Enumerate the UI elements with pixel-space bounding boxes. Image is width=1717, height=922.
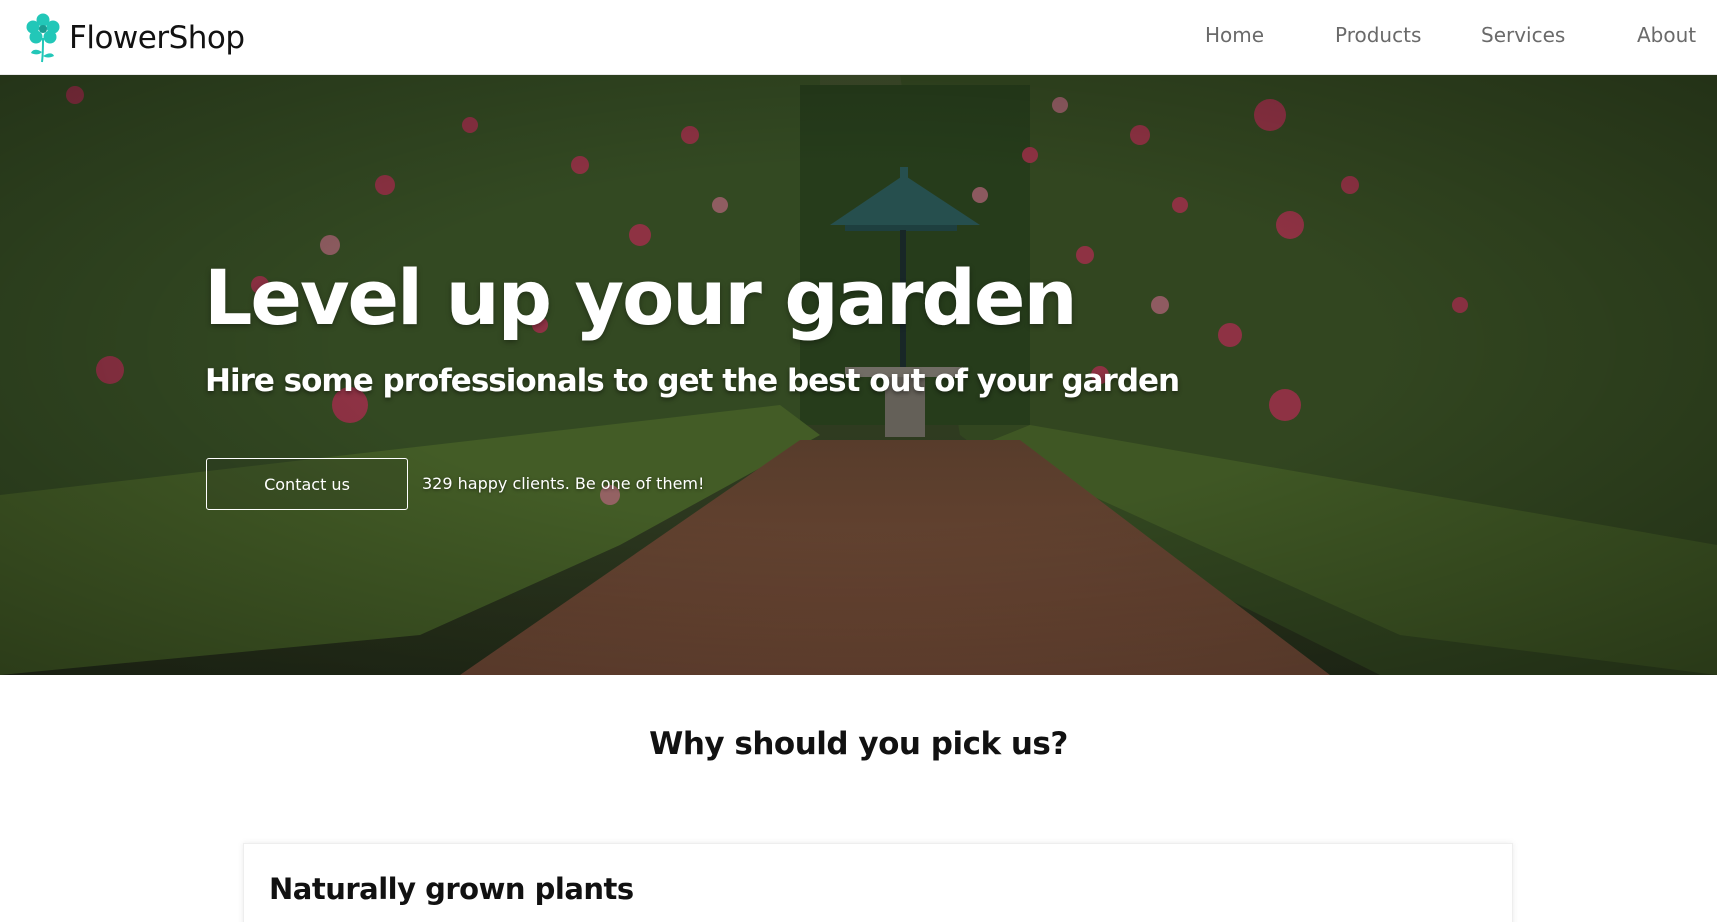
site-header: FlowerShop Home Products Services About	[0, 0, 1717, 75]
feature-card-title: Naturally grown plants	[269, 872, 634, 906]
why-heading: Why should you pick us?	[649, 726, 1068, 762]
main-nav: Home Products Services About	[0, 0, 1717, 75]
nav-products[interactable]: Products	[1335, 23, 1421, 47]
feature-card: Naturally grown plants	[243, 843, 1513, 922]
clients-count-text: 329 happy clients. Be one of them!	[422, 474, 705, 493]
hero-section: Level up your garden Hire some professio…	[0, 75, 1717, 675]
contact-us-button[interactable]: Contact us	[206, 458, 408, 510]
nav-home[interactable]: Home	[1205, 23, 1264, 47]
nav-services[interactable]: Services	[1481, 23, 1565, 47]
hero-subtitle: Hire some professionals to get the best …	[205, 363, 1180, 399]
nav-about[interactable]: About	[1637, 23, 1696, 47]
hero-title: Level up your garden	[204, 253, 1078, 342]
